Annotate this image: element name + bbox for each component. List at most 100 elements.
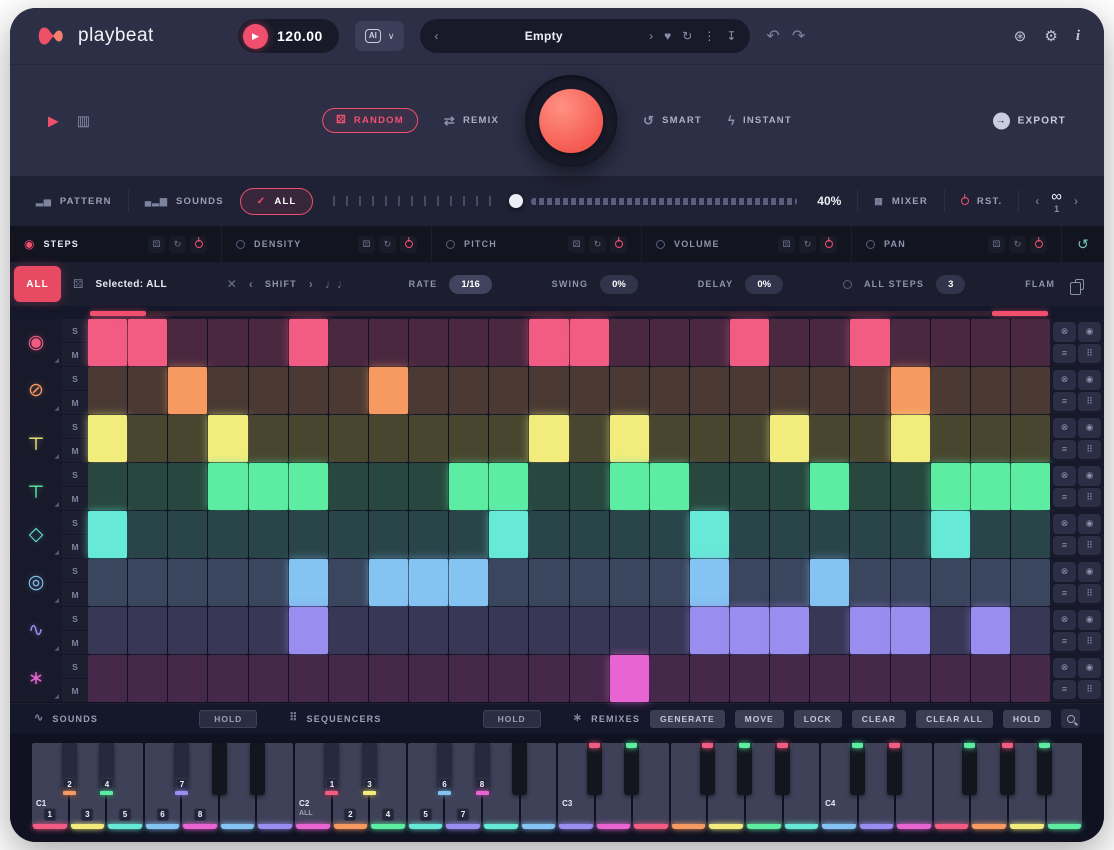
- step-cell[interactable]: [329, 463, 368, 510]
- step-cell[interactable]: [489, 559, 528, 606]
- dice-icon[interactable]: ⚄: [148, 236, 165, 253]
- step-cell[interactable]: [369, 607, 408, 654]
- mute-button[interactable]: M: [62, 391, 88, 414]
- power-button[interactable]: [190, 236, 207, 253]
- clear-all-button[interactable]: CLEAR ALL: [916, 710, 993, 728]
- step-cell[interactable]: [570, 559, 609, 606]
- step-cell[interactable]: [88, 655, 127, 702]
- step-cell[interactable]: [168, 511, 207, 558]
- step-cell[interactable]: [88, 463, 127, 510]
- step-cell[interactable]: [850, 559, 889, 606]
- step-cell[interactable]: [409, 511, 448, 558]
- step-cell[interactable]: [529, 415, 568, 462]
- step-cell[interactable]: [1011, 559, 1050, 606]
- step-cell[interactable]: [931, 415, 970, 462]
- loop-icon[interactable]: ↻: [682, 30, 692, 42]
- lock-button[interactable]: LOCK: [794, 710, 842, 728]
- black-key[interactable]: [512, 743, 527, 795]
- step-cell[interactable]: [810, 559, 849, 606]
- loop-icon[interactable]: ↻: [799, 236, 816, 253]
- step-cell[interactable]: [409, 607, 448, 654]
- step-cell[interactable]: [570, 367, 609, 414]
- shift-right-button[interactable]: ›: [309, 277, 313, 291]
- step-cell[interactable]: [730, 415, 769, 462]
- track-button[interactable]: ┬◢: [10, 463, 62, 510]
- step-cell[interactable]: [570, 511, 609, 558]
- solo-button[interactable]: S: [62, 559, 88, 582]
- redo-icon[interactable]: ↷: [792, 26, 805, 46]
- erase-icon[interactable]: ⊗: [1053, 514, 1076, 534]
- step-cell[interactable]: [850, 607, 889, 654]
- smart-button[interactable]: ↺ SMART: [643, 114, 702, 127]
- drop-icon[interactable]: ◉: [1078, 370, 1101, 390]
- step-cell[interactable]: [329, 367, 368, 414]
- step-cell[interactable]: [369, 559, 408, 606]
- step-cell[interactable]: [529, 511, 568, 558]
- shift-left-button[interactable]: ‹: [249, 277, 253, 291]
- erase-icon[interactable]: ⊗: [1053, 658, 1076, 678]
- step-cell[interactable]: [610, 559, 649, 606]
- dots-icon[interactable]: ⠿: [1078, 536, 1101, 556]
- step-cell[interactable]: [1011, 367, 1050, 414]
- step-cell[interactable]: [891, 463, 930, 510]
- generate-button[interactable]: GENERATE: [650, 710, 725, 728]
- step-cell[interactable]: [208, 319, 247, 366]
- track-button[interactable]: ◎◢: [10, 559, 62, 606]
- step-cell[interactable]: [489, 319, 528, 366]
- step-cell[interactable]: [610, 607, 649, 654]
- step-cell[interactable]: [289, 607, 328, 654]
- step-cell[interactable]: [770, 607, 809, 654]
- step-cell[interactable]: [570, 319, 609, 366]
- step-cell[interactable]: [489, 463, 528, 510]
- black-key[interactable]: 4: [99, 743, 114, 795]
- preset-prev-button[interactable]: ‹: [434, 30, 438, 42]
- step-cell[interactable]: [369, 463, 408, 510]
- dots-icon[interactable]: ⠿: [1078, 392, 1101, 412]
- mute-button[interactable]: M: [62, 439, 88, 462]
- dice-icon[interactable]: ⚄: [358, 236, 375, 253]
- step-cell[interactable]: [610, 463, 649, 510]
- step-cell[interactable]: [650, 319, 689, 366]
- black-key[interactable]: 2: [62, 743, 77, 795]
- undo-icon[interactable]: ↶: [766, 26, 779, 46]
- step-cell[interactable]: [409, 367, 448, 414]
- black-key[interactable]: [1000, 743, 1015, 795]
- step-cell[interactable]: [690, 367, 729, 414]
- dots-icon[interactable]: ⠿: [1078, 632, 1101, 652]
- sliders-icon[interactable]: ≡: [1053, 344, 1076, 364]
- step-cell[interactable]: [168, 559, 207, 606]
- gear-icon[interactable]: ⚙: [1044, 29, 1057, 44]
- step-cell[interactable]: [449, 367, 488, 414]
- step-cell[interactable]: [249, 415, 288, 462]
- step-cell[interactable]: [730, 463, 769, 510]
- toggle-circle[interactable]: [656, 240, 665, 249]
- step-cell[interactable]: [449, 655, 488, 702]
- step-cell[interactable]: [810, 511, 849, 558]
- step-cell[interactable]: [971, 415, 1010, 462]
- sequencers-hold-button[interactable]: HOLD: [483, 710, 541, 728]
- step-cell[interactable]: [168, 607, 207, 654]
- step-cell[interactable]: [891, 607, 930, 654]
- step-cell[interactable]: [249, 559, 288, 606]
- all-tracks-button[interactable]: ALL: [14, 266, 61, 302]
- black-key[interactable]: 8: [475, 743, 490, 795]
- globe-icon[interactable]: ⊛: [1014, 29, 1027, 44]
- step-cell[interactable]: [208, 607, 247, 654]
- step-cell[interactable]: [570, 463, 609, 510]
- erase-icon[interactable]: ⊗: [1053, 322, 1076, 342]
- mute-button[interactable]: M: [62, 343, 88, 366]
- step-cell[interactable]: [891, 511, 930, 558]
- track-button[interactable]: ⊘◢: [10, 367, 62, 414]
- download-icon[interactable]: ↧: [726, 30, 736, 42]
- step-cell[interactable]: [329, 319, 368, 366]
- step-cell[interactable]: [770, 511, 809, 558]
- trigger-pad[interactable]: [539, 89, 603, 153]
- step-cell[interactable]: [971, 511, 1010, 558]
- black-key[interactable]: 6: [437, 743, 452, 795]
- step-cell[interactable]: [168, 655, 207, 702]
- step-cell[interactable]: [891, 559, 930, 606]
- loop-end-handle[interactable]: [992, 311, 1048, 316]
- black-key[interactable]: [962, 743, 977, 795]
- pattern-loop-strip[interactable]: [90, 311, 1048, 316]
- step-cell[interactable]: [168, 367, 207, 414]
